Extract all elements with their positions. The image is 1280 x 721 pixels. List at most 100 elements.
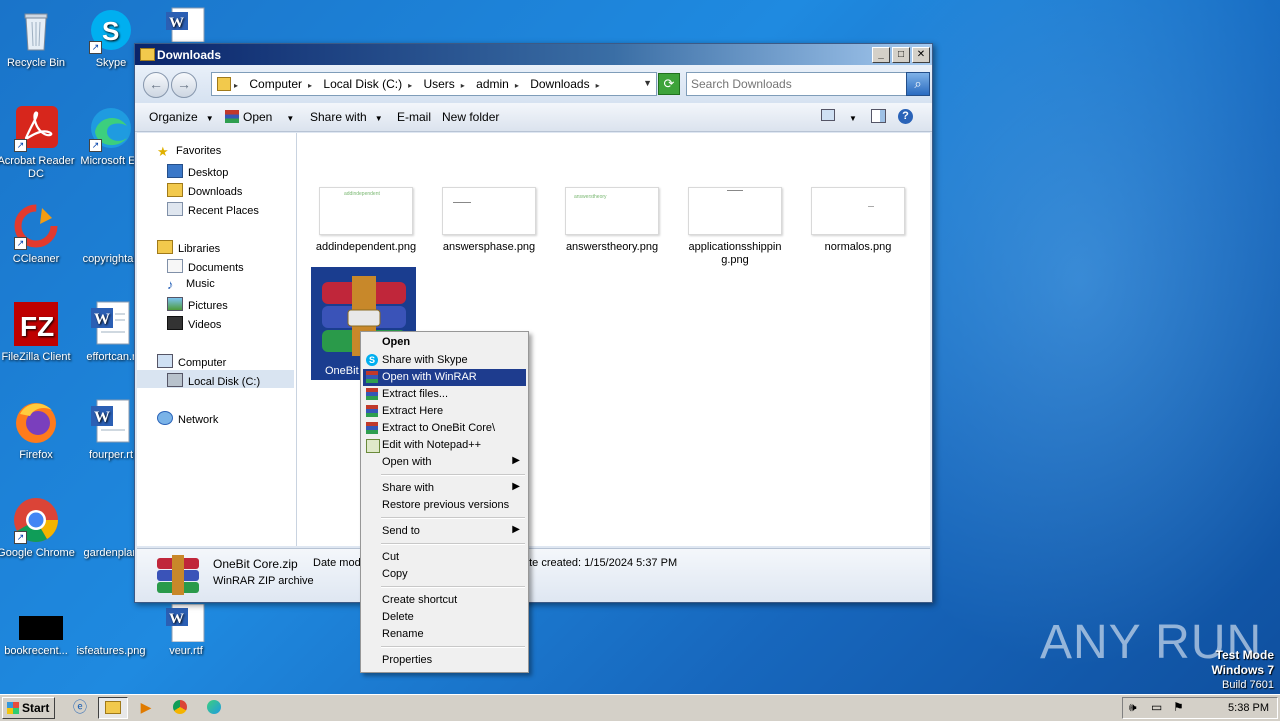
chevron-right-icon[interactable]: ▸: [408, 81, 412, 90]
menu-item-copy[interactable]: Copy: [363, 566, 526, 583]
nav-item-pictures[interactable]: Pictures: [167, 297, 228, 312]
desktop-icon-veur[interactable]: W veur.rtf: [144, 603, 228, 658]
desktop-icon-ccleaner[interactable]: ↗ CCleaner: [0, 202, 78, 266]
file-item[interactable]: normalos.png: [807, 187, 909, 254]
organize-button[interactable]: Organize ▼: [149, 110, 214, 124]
file-item[interactable]: answersphase.png: [438, 187, 540, 254]
desktop-icon-isfeatures[interactable]: isfeatures.png: [69, 604, 153, 658]
details-file-type: WinRAR ZIP archive: [213, 575, 314, 587]
desktop-icon-word-doc[interactable]: W: [144, 6, 228, 45]
search-icon[interactable]: ⌕: [906, 72, 930, 96]
nav-item-downloads[interactable]: Downloads: [167, 183, 242, 198]
file-item[interactable]: applicationsshipping.png: [684, 187, 786, 267]
taskbar-chrome[interactable]: [166, 697, 194, 717]
desktop-icon-bookrecent[interactable]: bookrecent...: [0, 604, 78, 658]
desktop-icon-label: bookrecent...: [4, 645, 68, 657]
explorer-window[interactable]: Downloads _ □ ✕ ← → ▸ Computer ▸ Local Di…: [134, 43, 933, 603]
menu-item-open-with-winrar[interactable]: Open with WinRAR: [363, 369, 526, 386]
chevron-right-icon[interactable]: ▸: [515, 81, 519, 90]
maximize-button[interactable]: □: [892, 47, 910, 63]
file-item[interactable]: addindependent addindependent.png: [315, 187, 417, 254]
close-button[interactable]: ✕: [912, 47, 930, 63]
nav-item-network[interactable]: Network: [157, 411, 218, 426]
breadcrumb-users[interactable]: Users: [423, 77, 454, 91]
taskbar: Start ⓔ ▶ 🕪 ▭ ⚑ 5:38 PM: [0, 694, 1280, 721]
menu-item-delete[interactable]: Delete: [363, 609, 526, 626]
breadcrumb-admin[interactable]: admin: [476, 77, 509, 91]
action-center-flag-icon[interactable]: ⚑: [1173, 700, 1184, 714]
chevron-down-icon[interactable]: ▼: [849, 114, 857, 123]
preview-pane-button[interactable]: [871, 109, 886, 126]
desktop-icon-filezilla[interactable]: FZ FileZilla Client: [0, 300, 78, 364]
volume-icon[interactable]: 🕪: [1129, 700, 1137, 715]
chevron-down-icon[interactable]: ▼: [643, 78, 652, 88]
file-name: applicationsshipping.png: [688, 241, 782, 266]
breadcrumb-computer[interactable]: Computer: [249, 77, 302, 91]
share-with-label: Share with: [310, 110, 367, 124]
internet-explorer-icon: ⓔ: [73, 699, 87, 715]
menu-item-open[interactable]: Open: [363, 334, 526, 351]
email-button[interactable]: E-mail: [397, 110, 431, 124]
filezilla-icon: FZ: [12, 300, 60, 348]
breadcrumb-downloads[interactable]: Downloads: [530, 77, 589, 91]
breadcrumb-local-disk[interactable]: Local Disk (C:): [323, 77, 402, 91]
menu-item-label: Open with: [382, 456, 432, 468]
taskbar-explorer[interactable]: [98, 697, 128, 719]
nav-item-music[interactable]: ♪ Music: [167, 278, 215, 291]
menu-item-create-shortcut[interactable]: Create shortcut: [363, 592, 526, 609]
forward-button[interactable]: →: [171, 72, 197, 98]
nav-item-computer[interactable]: Computer: [157, 354, 226, 369]
nav-item-favorites[interactable]: ★ Favorites: [157, 145, 221, 158]
help-button[interactable]: ?: [898, 108, 913, 124]
clock[interactable]: 5:38 PM: [1228, 702, 1269, 714]
open-button[interactable]: Open ▼: [225, 110, 294, 124]
menu-item-share-with[interactable]: Share with ▶: [363, 480, 526, 497]
address-bar[interactable]: ▸ Computer ▸ Local Disk (C:) ▸ Users ▸ admi…: [211, 72, 657, 96]
menu-item-open-with[interactable]: Open with ▶: [363, 454, 526, 471]
menu-item-send-to[interactable]: Send to ▶: [363, 523, 526, 540]
menu-item-properties[interactable]: Properties: [363, 652, 526, 669]
nav-item-desktop[interactable]: Desktop: [167, 164, 228, 179]
desktop-icon-acrobat[interactable]: ↗ Acrobat Reader DC: [0, 104, 78, 181]
chevron-right-icon[interactable]: ▸: [234, 81, 238, 90]
menu-item-extract-to[interactable]: Extract to OneBit Core\: [363, 420, 526, 437]
chevron-right-icon[interactable]: ▸: [308, 81, 312, 90]
nav-item-local-disk[interactable]: Local Disk (C:): [167, 373, 260, 388]
nav-item-videos[interactable]: Videos: [167, 316, 221, 331]
nav-item-documents[interactable]: Documents: [167, 259, 244, 274]
nav-item-recent-places[interactable]: Recent Places: [167, 202, 259, 217]
taskbar-media-player[interactable]: ▶: [132, 697, 160, 717]
taskbar-edge[interactable]: [200, 697, 228, 717]
start-button[interactable]: Start: [2, 697, 55, 719]
file-item[interactable]: answerstheory answerstheory.png: [561, 187, 663, 254]
chevron-right-icon[interactable]: ▸: [596, 81, 600, 90]
view-options-button[interactable]: ▼: [821, 109, 857, 124]
chevron-down-icon[interactable]: ▼: [286, 114, 294, 123]
search-box[interactable]: [686, 72, 910, 96]
back-button[interactable]: ←: [143, 72, 169, 98]
minimize-button[interactable]: _: [872, 47, 890, 63]
chevron-down-icon: ▼: [205, 114, 214, 123]
menu-item-rename[interactable]: Rename: [363, 626, 526, 643]
new-folder-button[interactable]: New folder: [442, 110, 499, 124]
menu-item-restore-previous-versions[interactable]: Restore previous versions: [363, 497, 526, 514]
desktop-icon-chrome[interactable]: ↗ Google Chrome: [0, 496, 78, 560]
menu-item-label: Cut: [382, 551, 400, 563]
menu-item-cut[interactable]: Cut: [363, 549, 526, 566]
menu-item-label: Extract files...: [382, 388, 449, 400]
desktop-icon-recycle-bin[interactable]: Recycle Bin: [0, 6, 78, 70]
share-with-button[interactable]: Share with ▼: [310, 110, 383, 124]
menu-item-edit-with-notepad[interactable]: Edit with Notepad++: [363, 437, 526, 454]
taskbar-internet-explorer[interactable]: ⓔ: [66, 697, 94, 717]
chevron-right-icon[interactable]: ▸: [461, 81, 465, 90]
desktop-icon-firefox[interactable]: Firefox: [0, 398, 78, 462]
window-titlebar[interactable]: Downloads _ □ ✕: [135, 44, 932, 65]
refresh-icon[interactable]: ⟳: [658, 73, 680, 95]
network-icon[interactable]: ▭: [1151, 700, 1162, 714]
search-input[interactable]: [691, 75, 891, 93]
menu-item-share-with-skype[interactable]: S Share with Skype: [363, 352, 526, 369]
menu-item-extract-files[interactable]: Extract files...: [363, 386, 526, 403]
nav-item-libraries[interactable]: Libraries: [157, 240, 220, 255]
svg-text:W: W: [169, 611, 184, 627]
menu-item-extract-here[interactable]: Extract Here: [363, 403, 526, 420]
